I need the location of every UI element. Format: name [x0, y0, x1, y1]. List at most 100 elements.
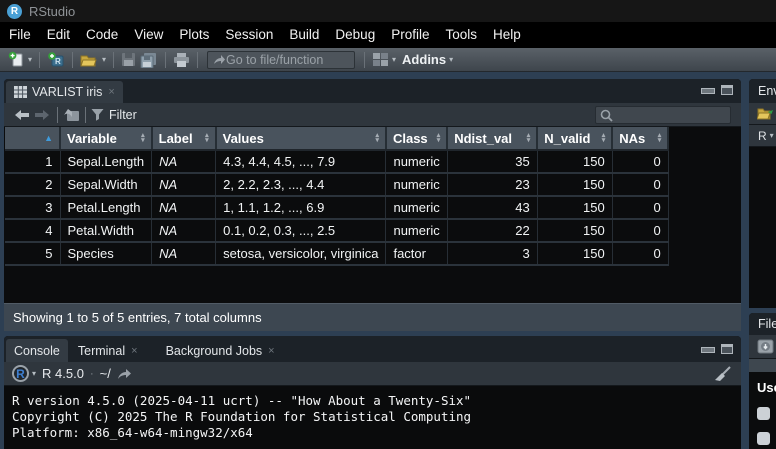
tab-background-jobs[interactable]: Background Jobs × [158, 339, 283, 362]
cell-values: 0.1, 0.2, 0.3, ..., 2.5 [216, 219, 386, 242]
row-number: 5 [5, 242, 60, 265]
toolbar-divider [364, 52, 365, 68]
table-row[interactable]: 2 Sepal.Width NA 2, 2.2, 2.3, ..., 4.4 n… [5, 173, 668, 196]
maximize-pane-icon[interactable] [721, 85, 733, 95]
chevron-down-icon[interactable]: ▾ [32, 369, 36, 378]
menu-help[interactable]: Help [485, 22, 529, 48]
r-version-icon: R [12, 365, 29, 382]
cell-label: NA [152, 219, 216, 242]
console-line: Copyright (C) 2025 The R Foundation for … [12, 409, 741, 425]
menu-build[interactable]: Build [281, 22, 327, 48]
sort-icons: ▴▾ [527, 133, 531, 143]
menu-debug[interactable]: Debug [327, 22, 383, 48]
menu-tools[interactable]: Tools [437, 22, 485, 48]
console-pane: Console Terminal × Background Jobs × R ▾… [4, 336, 741, 449]
environment-pane: Environment R ▾ [749, 79, 776, 308]
back-arrow-icon[interactable] [14, 109, 30, 121]
clear-console-broom-icon[interactable] [712, 366, 731, 382]
table-header-row: ▲ Variable▴▾ Label▴▾ Values▴▾ Class▴▾ Nd… [5, 127, 668, 150]
panes-layout-button[interactable]: ▾ [370, 49, 398, 71]
forward-arrow-icon[interactable] [34, 109, 50, 121]
col-label[interactable]: Label▴▾ [152, 127, 216, 150]
toolbar-divider [113, 52, 114, 68]
col-variable[interactable]: Variable▴▾ [60, 127, 152, 150]
cell-nas: 0 [612, 173, 668, 196]
console-header-row: R ▾ R 4.5.0 · ~/ [4, 362, 741, 386]
open-file-button[interactable]: ▾ [78, 49, 108, 71]
environment-scope-selector[interactable]: R ▾ [749, 125, 776, 147]
table-row[interactable]: 5 Species NA setosa, versicolor, virgini… [5, 242, 668, 265]
cell-class: factor [386, 242, 447, 265]
show-in-new-window-icon[interactable] [63, 108, 80, 122]
cell-class: numeric [386, 173, 447, 196]
menu-session[interactable]: Session [217, 22, 281, 48]
cell-ndist-val: 22 [447, 219, 537, 242]
row-number-header[interactable]: ▲ [5, 127, 60, 150]
tab-terminal[interactable]: Terminal × [70, 339, 146, 362]
r-version-label[interactable]: R 4.5.0 [42, 366, 84, 381]
toolbar-divider [72, 52, 73, 68]
minimize-pane-icon[interactable] [701, 85, 713, 94]
cell-ndist-val: 35 [447, 150, 537, 173]
close-icon[interactable]: × [108, 86, 114, 98]
tab-console[interactable]: Console [6, 339, 68, 362]
sort-icons: ▴▾ [375, 133, 379, 143]
console-line: Platform: x86_64-w64-mingw32/x64 [12, 425, 741, 441]
tab-environment[interactable]: Environment [749, 84, 776, 98]
menu-view[interactable]: View [126, 22, 171, 48]
new-project-button[interactable]: R [45, 49, 67, 71]
col-values[interactable]: Values▴▾ [216, 127, 386, 150]
close-icon[interactable]: × [268, 345, 274, 357]
print-button[interactable] [171, 49, 192, 71]
cell-variable: Sepal.Width [60, 173, 152, 196]
load-workspace-button[interactable] [757, 106, 776, 121]
source-tab-bar: VARLIST iris × [4, 79, 741, 103]
cell-label: NA [152, 242, 216, 265]
main-toolbar: ▾ R ▾ ▾ Addins ▾ [0, 48, 776, 72]
cell-label: NA [152, 196, 216, 219]
working-directory[interactable]: ~/ [100, 366, 111, 381]
save-all-button[interactable] [138, 49, 160, 71]
toolbar-divider [165, 52, 166, 68]
print-icon [173, 52, 190, 68]
save-button[interactable] [119, 49, 138, 71]
new-file-button[interactable]: ▾ [6, 49, 34, 71]
menu-code[interactable]: Code [78, 22, 126, 48]
addins-button[interactable]: Addins [402, 52, 446, 67]
tab-varlist-iris[interactable]: VARLIST iris × [6, 81, 123, 103]
data-grid-icon [14, 86, 27, 98]
chevron-down-icon: ▾ [392, 55, 396, 64]
close-icon[interactable]: × [131, 345, 137, 357]
save-all-icon [140, 52, 158, 68]
cell-values: 4.3, 4.4, 4.5, ..., 7.9 [216, 150, 386, 173]
install-packages-button[interactable] [757, 338, 775, 355]
col-nas[interactable]: NAs▴▾ [612, 127, 668, 150]
goto-file-search[interactable] [207, 51, 355, 69]
col-class[interactable]: Class▴▾ [386, 127, 447, 150]
table-row[interactable]: 4 Petal.Width NA 0.1, 0.2, 0.3, ..., 2.5… [5, 219, 668, 242]
menu-profile[interactable]: Profile [383, 22, 437, 48]
goto-directory-arrow-icon[interactable] [116, 368, 132, 380]
filter-funnel-icon[interactable] [91, 108, 104, 121]
console-output[interactable]: R version 4.5.0 (2025-04-11 ucrt) -- "Ho… [4, 386, 741, 449]
goto-file-input[interactable] [226, 53, 344, 67]
table-search-box[interactable] [595, 106, 731, 124]
package-checkbox[interactable] [757, 432, 770, 445]
cell-nas: 0 [612, 196, 668, 219]
col-ndist-val[interactable]: Ndist_val▴▾ [447, 127, 537, 150]
table-row[interactable]: 1 Sepal.Length NA 4.3, 4.4, 4.5, ..., 7.… [5, 150, 668, 173]
table-row[interactable]: 3 Petal.Length NA 1, 1.1, 1.2, ..., 6.9 … [5, 196, 668, 219]
col-n-valid[interactable]: N_valid▴▾ [537, 127, 612, 150]
menu-file[interactable]: File [1, 22, 39, 48]
cell-ndist-val: 3 [447, 242, 537, 265]
toolbar-divider [39, 52, 40, 68]
maximize-pane-icon[interactable] [721, 344, 733, 354]
cell-n-valid: 150 [537, 173, 612, 196]
menu-edit[interactable]: Edit [39, 22, 78, 48]
minimize-pane-icon[interactable] [701, 344, 713, 353]
tab-files[interactable]: Files [749, 317, 776, 331]
files-tab-bar: Files [749, 313, 776, 335]
filter-button[interactable]: Filter [109, 108, 137, 122]
package-checkbox[interactable] [757, 407, 770, 420]
menu-plots[interactable]: Plots [171, 22, 217, 48]
